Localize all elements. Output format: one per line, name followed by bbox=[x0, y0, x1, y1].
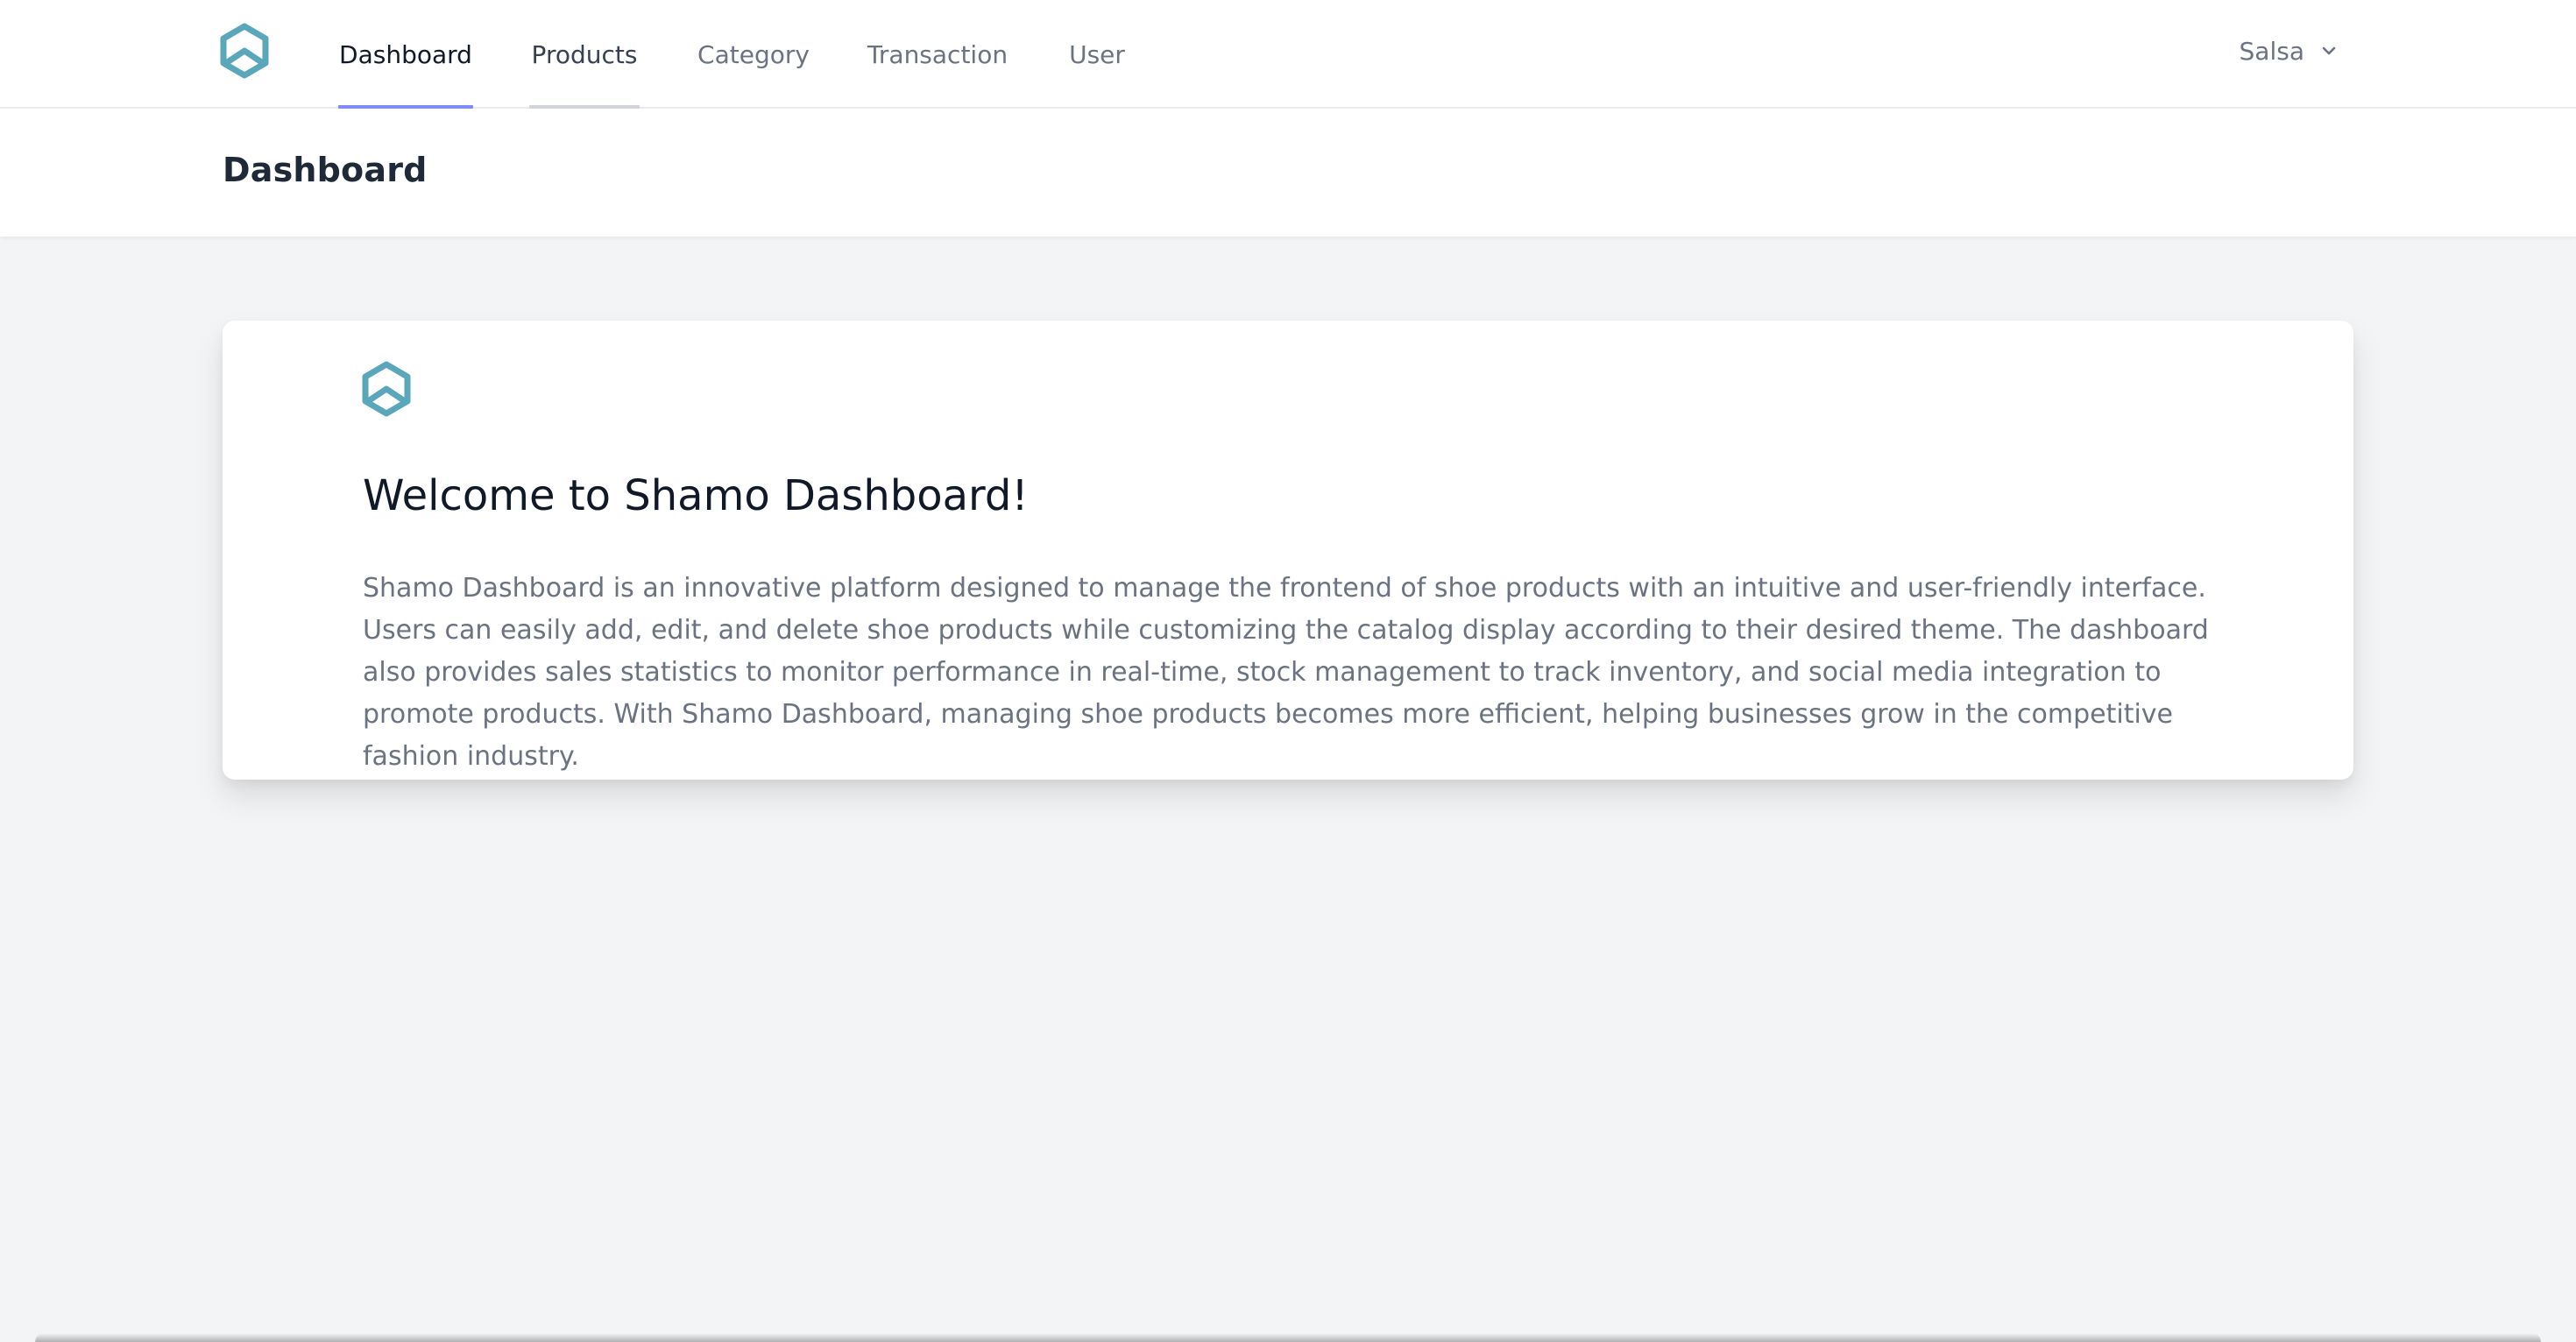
nav-item-label: User bbox=[1069, 39, 1125, 69]
nav-item-user[interactable]: User bbox=[1062, 0, 1132, 109]
nav-item-dashboard[interactable]: Dashboard bbox=[338, 0, 473, 109]
page-header: Dashboard bbox=[0, 109, 2576, 237]
page-title: Dashboard bbox=[223, 151, 428, 189]
chevron-down-icon bbox=[2322, 46, 2336, 55]
nav-item-label: Products bbox=[531, 39, 638, 69]
nav-item-label: Dashboard bbox=[339, 39, 472, 69]
bottom-shadow-divider bbox=[35, 1333, 2541, 1342]
welcome-description: Shamo Dashboard is an innovative platfor… bbox=[363, 573, 2209, 772]
top-navigation: Dashboard Products Category Transaction … bbox=[0, 0, 2576, 109]
welcome-card: Welcome to Shamo Dashboard! Shamo Dashbo… bbox=[223, 321, 2353, 780]
hexagon-logo-icon bbox=[362, 361, 411, 417]
nav-item-label: Category bbox=[697, 39, 810, 69]
nav-item-products[interactable]: Products bbox=[529, 0, 640, 109]
nav-item-category[interactable]: Category bbox=[692, 0, 815, 109]
user-menu-button[interactable]: Salsa bbox=[2240, 0, 2339, 102]
user-name: Salsa bbox=[2239, 36, 2304, 66]
welcome-title: Welcome to Shamo Dashboard! bbox=[363, 471, 1029, 520]
nav-item-label: Transaction bbox=[867, 39, 1008, 69]
hexagon-logo-icon[interactable] bbox=[219, 23, 270, 79]
nav-item-transaction[interactable]: Transaction bbox=[867, 0, 1008, 109]
